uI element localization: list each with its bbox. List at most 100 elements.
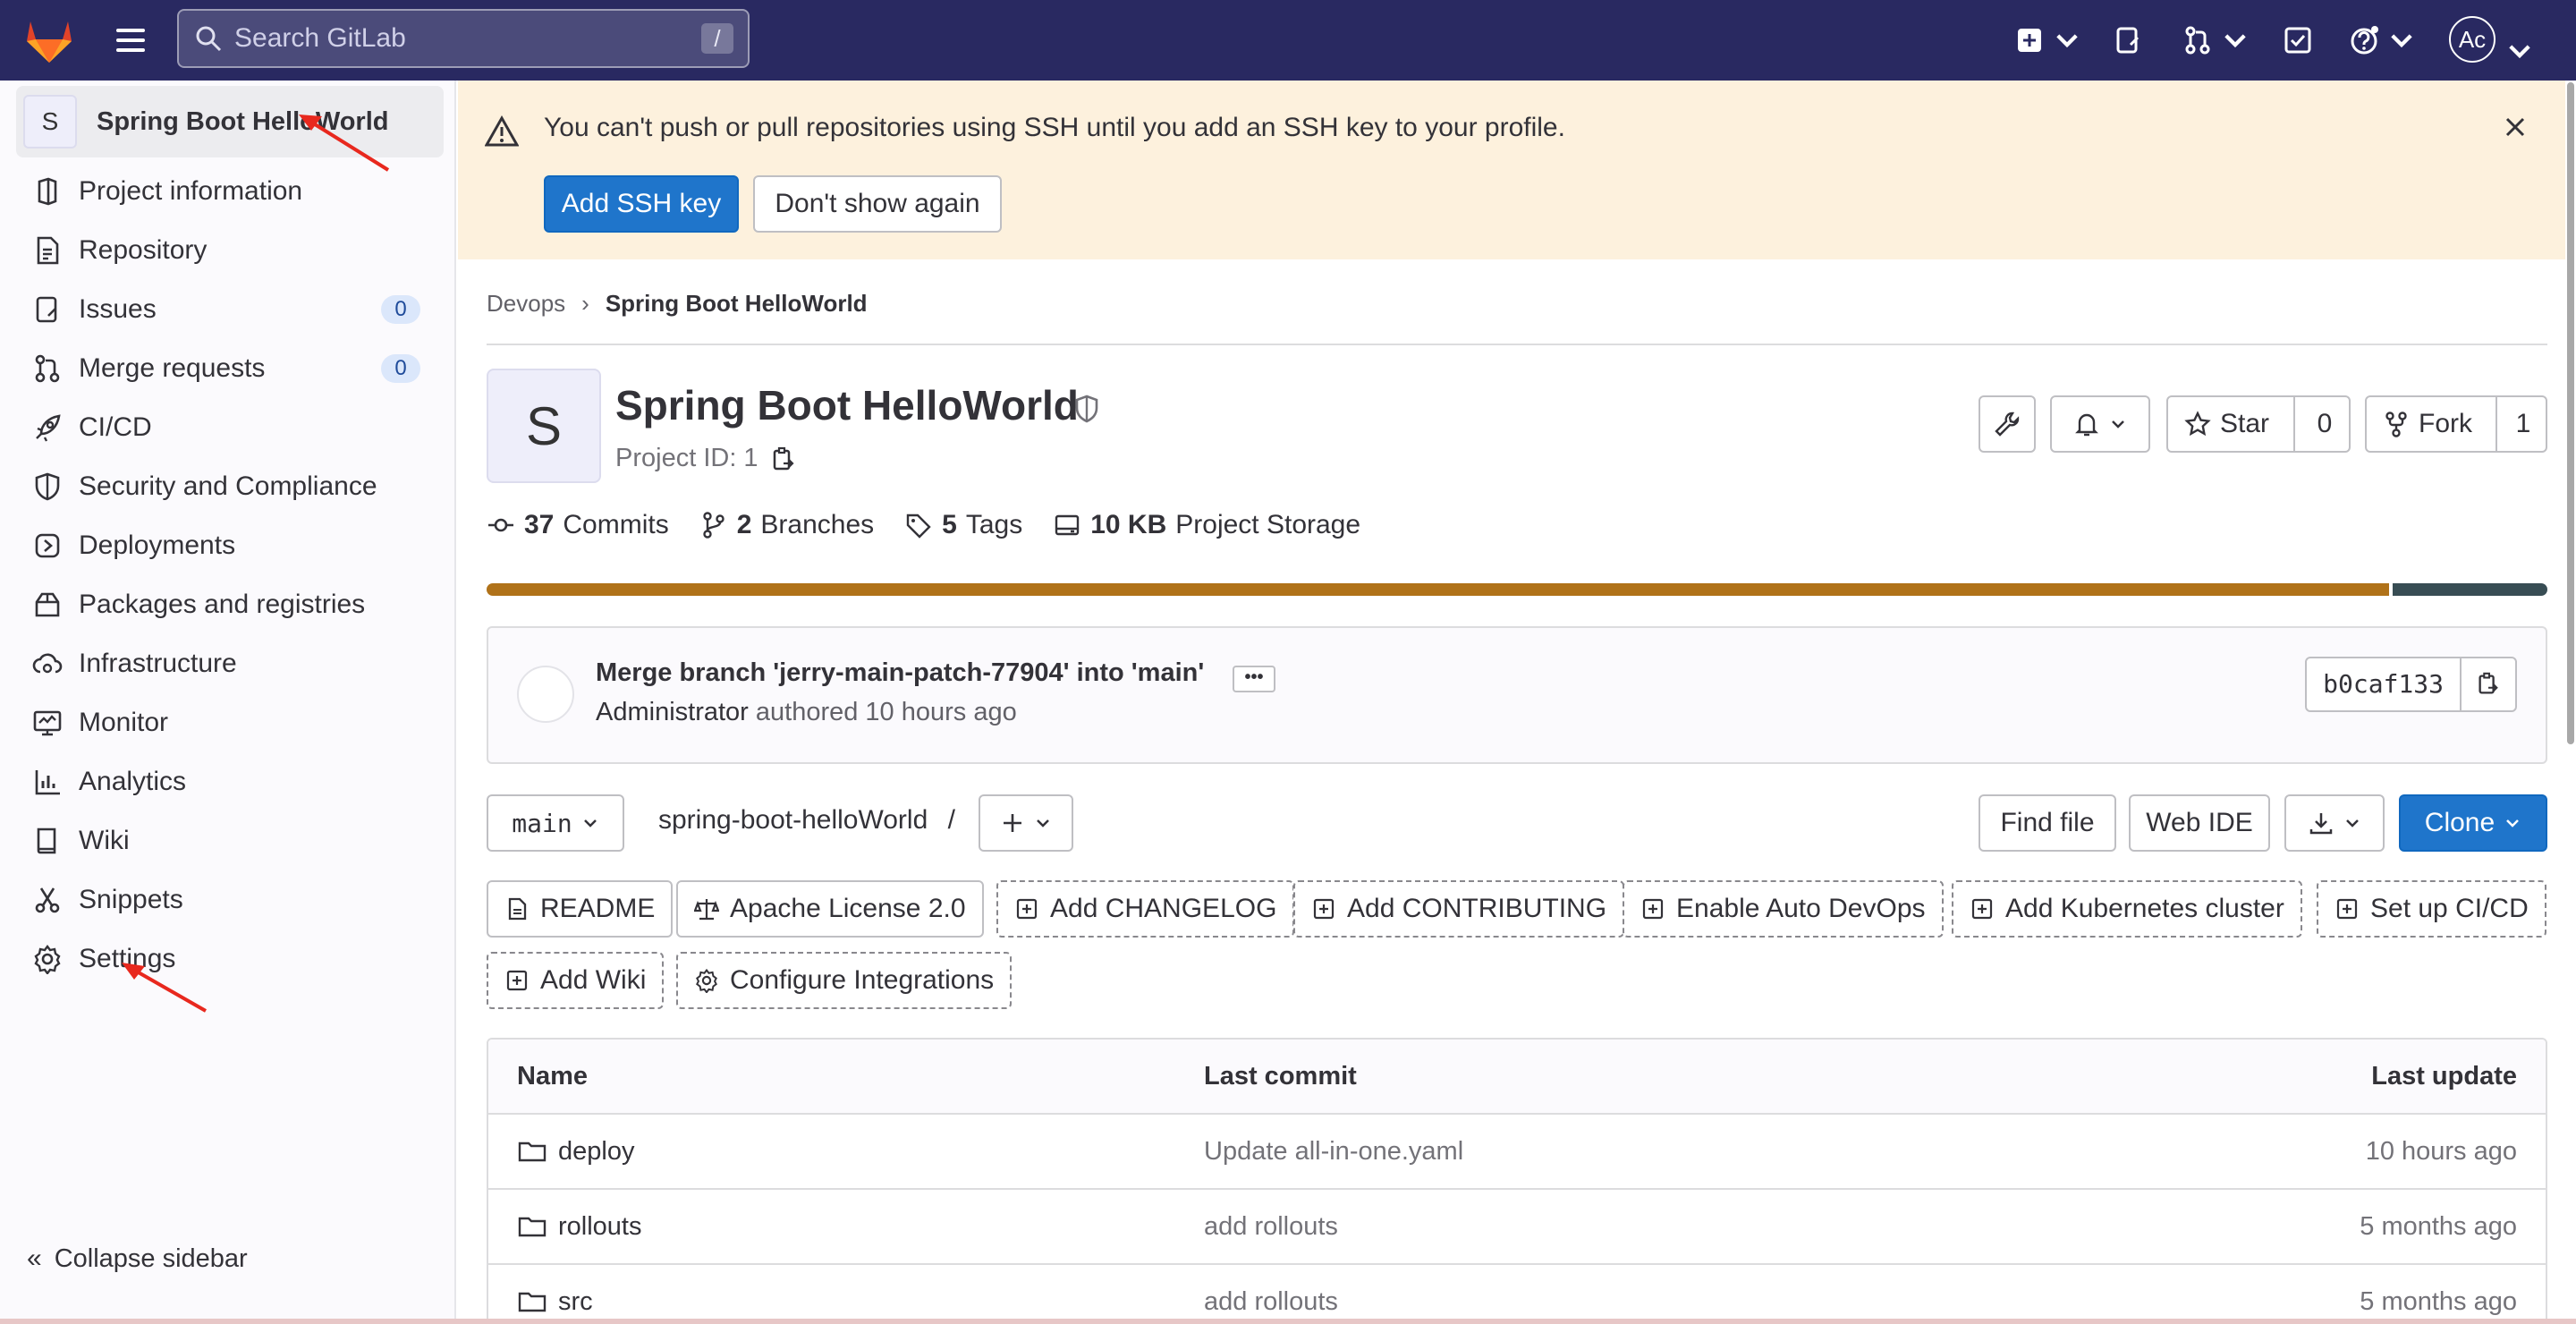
sidebar-item-security[interactable]: Security and Compliance xyxy=(32,463,426,510)
sidebar-item-label: Snippets xyxy=(79,885,183,914)
last-commit-link[interactable]: Update all-in-one.yaml xyxy=(1204,1115,1463,1188)
fork-count[interactable]: 1 xyxy=(2501,409,2546,439)
commit-meta: Administrator authored 10 hours ago xyxy=(596,698,1017,727)
last-commit-link[interactable]: add rollouts xyxy=(1204,1190,1338,1263)
branch-selector[interactable]: main xyxy=(487,794,624,852)
scrollbar-thumb[interactable] xyxy=(2567,82,2574,744)
sidebar-item-cicd[interactable]: CI/CD xyxy=(32,404,426,451)
language-segment[interactable] xyxy=(2388,583,2547,596)
sidebar-item-repository[interactable]: Repository xyxy=(32,227,426,274)
collapse-sidebar-button[interactable]: « Collapse sidebar xyxy=(27,1243,248,1274)
clone-dropdown[interactable]: Clone xyxy=(2399,794,2547,852)
breadcrumb-group-link[interactable]: Devops xyxy=(487,290,565,318)
copy-sha-button[interactable] xyxy=(2462,658,2515,710)
download-dropdown[interactable] xyxy=(2284,794,2385,852)
sidebar-item-infrastructure[interactable]: Infrastructure xyxy=(32,641,426,687)
path-separator: / xyxy=(947,805,955,835)
issues-top-button[interactable] xyxy=(2113,21,2143,59)
sidebar-item-analytics[interactable]: Analytics xyxy=(32,759,426,805)
add-kubernetes-cluster-button[interactable]: Add Kubernetes cluster xyxy=(1952,880,2302,938)
commits-stat-link[interactable]: 37 Commits xyxy=(487,510,669,540)
close-icon[interactable] xyxy=(2497,109,2533,145)
package-icon xyxy=(35,592,60,617)
repo-path-link[interactable]: spring-boot-helloWorld xyxy=(658,805,928,835)
shield-icon xyxy=(35,472,60,501)
scissors-icon xyxy=(35,887,60,913)
commit-sha-group: b0caf133 xyxy=(2305,657,2517,712)
file-name-cell[interactable]: rollouts xyxy=(517,1190,642,1263)
sidebar-item-merge-requests[interactable]: Merge requests 0 xyxy=(32,345,426,392)
project-stats: 37 Commits 2 Branches 5 Tags 10 KB Proje… xyxy=(487,510,1360,540)
commit-author-link[interactable]: Administrator xyxy=(596,698,749,726)
file-name-cell[interactable]: deploy xyxy=(517,1115,634,1188)
sidebar-item-label: Issues xyxy=(79,294,157,324)
storage-stat-link[interactable]: 10 KB Project Storage xyxy=(1053,510,1360,540)
commit-title-link[interactable]: Merge branch 'jerry-main-patch-77904' in… xyxy=(596,658,1204,688)
set-up-cicd-button[interactable]: Set up CI/CD xyxy=(2317,880,2546,938)
folder-icon xyxy=(518,1217,547,1237)
help-button[interactable] xyxy=(2349,21,2417,59)
sidebar-item-monitor[interactable]: Monitor xyxy=(32,700,426,746)
user-menu-chevron[interactable] xyxy=(2504,32,2535,70)
configure-integrations-button[interactable]: Configure Integrations xyxy=(676,952,1013,1009)
merge-requests-count-badge: 0 xyxy=(381,354,420,383)
commit-sha[interactable]: b0caf133 xyxy=(2307,658,2462,710)
sidebar-item-settings[interactable]: Settings xyxy=(32,936,426,982)
last-update-time: 5 months ago xyxy=(2360,1286,2517,1316)
column-header-name: Name xyxy=(517,1061,588,1091)
file-name-cell[interactable]: src xyxy=(517,1265,593,1324)
plus-square-icon xyxy=(1016,898,1038,920)
add-wiki-button[interactable]: Add Wiki xyxy=(487,952,665,1009)
star-button[interactable]: Star 0 xyxy=(2166,395,2351,453)
tags-stat-link[interactable]: 5 Tags xyxy=(904,510,1022,540)
branches-stat-link[interactable]: 2 Branches xyxy=(699,510,874,540)
folder-name-link[interactable]: deploy xyxy=(558,1137,634,1167)
toggle-commit-description-button[interactable]: ••• xyxy=(1233,666,1275,692)
sidebar-item-issues[interactable]: Issues 0 xyxy=(32,286,426,333)
merge-request-icon xyxy=(35,354,60,383)
create-new-button[interactable] xyxy=(2014,21,2082,59)
find-file-button[interactable]: Find file xyxy=(1979,794,2116,852)
sidebar-item-label: Packages and registries xyxy=(79,590,366,619)
folder-name-link[interactable]: rollouts xyxy=(558,1212,642,1242)
folder-name-link[interactable]: src xyxy=(558,1287,593,1317)
project-avatar: S xyxy=(23,95,77,149)
copy-icon[interactable] xyxy=(769,446,798,474)
user-avatar[interactable]: Ac xyxy=(2449,16,2496,63)
web-ide-button[interactable]: Web IDE xyxy=(2129,794,2270,852)
table-row[interactable]: rollouts add rollouts 5 months ago xyxy=(488,1190,2546,1265)
enable-auto-devops-button[interactable]: Enable Auto DevOps xyxy=(1623,880,1944,938)
sidebar-item-deployments[interactable]: Deployments xyxy=(32,522,426,569)
language-segment[interactable] xyxy=(487,583,2389,596)
commit-author-avatar[interactable] xyxy=(517,666,574,723)
add-to-tree-dropdown[interactable] xyxy=(979,794,1073,852)
search-input[interactable]: Search GitLab / xyxy=(177,9,750,68)
sidebar-item-packages[interactable]: Packages and registries xyxy=(32,581,426,628)
star-count[interactable]: 0 xyxy=(2302,409,2347,439)
last-commit-link[interactable]: add rollouts xyxy=(1204,1265,1338,1324)
readme-button[interactable]: README xyxy=(487,880,674,938)
sidebar-item-snippets[interactable]: Snippets xyxy=(32,877,426,923)
page-scrollbar[interactable] xyxy=(2565,0,2576,1324)
gitlab-logo-icon[interactable] xyxy=(23,16,75,64)
chevron-down-icon xyxy=(2391,34,2412,48)
merge-requests-top-button[interactable] xyxy=(2182,21,2250,59)
sidebar-item-label: Infrastructure xyxy=(79,649,237,678)
sidebar-item-wiki[interactable]: Wiki xyxy=(32,818,426,864)
table-row[interactable]: src add rollouts 5 months ago xyxy=(488,1265,2546,1324)
chevron-down-icon xyxy=(583,819,597,828)
add-changelog-button[interactable]: Add CHANGELOG xyxy=(996,880,1295,938)
table-row[interactable]: deploy Update all-in-one.yaml 10 hours a… xyxy=(488,1115,2546,1190)
top-navbar: Search GitLab / Ac xyxy=(0,0,2576,81)
repository-languages-bar[interactable] xyxy=(487,583,2547,596)
main-menu-icon[interactable] xyxy=(113,25,148,55)
notification-settings-button[interactable] xyxy=(2050,395,2150,453)
add-contributing-button[interactable]: Add CONTRIBUTING xyxy=(1293,880,1625,938)
breadcrumb-project-link[interactable]: Spring Boot HelloWorld xyxy=(606,290,868,318)
todos-button[interactable] xyxy=(2283,21,2313,59)
edit-settings-button[interactable] xyxy=(1979,395,2036,453)
fork-button[interactable]: Fork 1 xyxy=(2365,395,2547,453)
add-ssh-key-button[interactable]: Add SSH key xyxy=(544,175,739,233)
dont-show-again-button[interactable]: Don't show again xyxy=(753,175,1002,233)
license-button[interactable]: Apache License 2.0 xyxy=(676,880,984,938)
